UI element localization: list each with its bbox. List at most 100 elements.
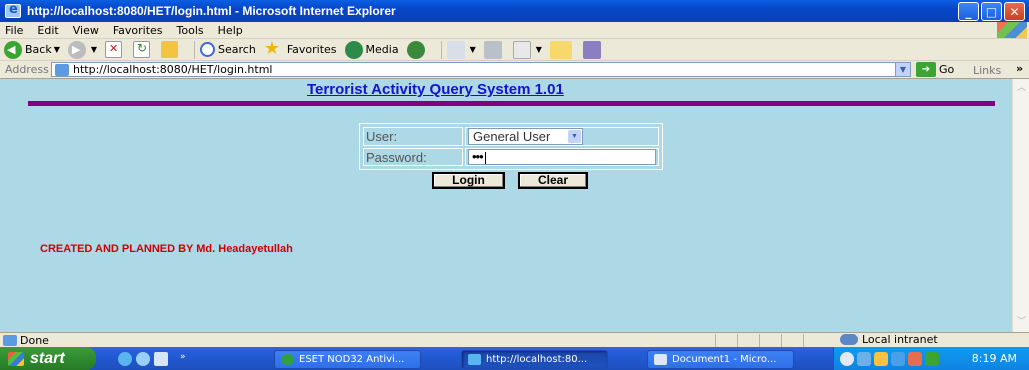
- eset-icon: [281, 354, 294, 365]
- address-bar: Address http://localhost:8080/HET/login.…: [0, 61, 1029, 79]
- address-dropdown-icon[interactable]: ▼: [895, 63, 910, 76]
- page-icon: [3, 334, 17, 346]
- address-label: Address: [5, 63, 49, 76]
- toolbar-separator: [194, 40, 196, 59]
- login-button[interactable]: Login: [432, 172, 505, 189]
- vertical-scrollbar[interactable]: ︿ ﹀: [1012, 79, 1029, 332]
- tray-network-icon[interactable]: [857, 351, 871, 366]
- scroll-up-icon[interactable]: ︿: [1014, 81, 1029, 96]
- status-panes: [715, 334, 825, 347]
- edit-dropdown-icon[interactable]: ▼: [536, 45, 542, 54]
- menu-view[interactable]: View: [66, 24, 106, 37]
- page-content: Terrorist Activity Query System 1.01 Use…: [0, 79, 1012, 332]
- login-form: User: General User ▼ Password: •••: [359, 123, 663, 170]
- user-label: User:: [363, 127, 463, 146]
- search-label: Search: [218, 43, 256, 56]
- refresh-button[interactable]: [133, 41, 153, 58]
- start-label: start: [30, 349, 65, 367]
- title-bar: http://localhost:8080/HET/login.html - M…: [0, 0, 1029, 22]
- go-button[interactable]: ➔ Go: [916, 62, 954, 77]
- outlook-quicklaunch-icon[interactable]: [136, 351, 150, 366]
- search-icon: [200, 42, 216, 57]
- windows-logo-icon: [997, 22, 1027, 38]
- menu-file[interactable]: File: [0, 24, 30, 37]
- history-button[interactable]: [406, 40, 428, 59]
- menu-help[interactable]: Help: [211, 24, 250, 37]
- task-label: ESET NOD32 Antivi...: [299, 354, 405, 365]
- tray-arrow-icon[interactable]: [840, 351, 854, 366]
- task-ie[interactable]: http://localhost:80...: [461, 350, 608, 369]
- mail-button[interactable]: ▼: [446, 40, 476, 59]
- menu-edit[interactable]: Edit: [30, 24, 65, 37]
- horizontal-rule: [28, 101, 995, 106]
- task-eset[interactable]: ESET NOD32 Antivi...: [274, 350, 421, 369]
- history-icon: [406, 40, 425, 59]
- status-text: Done: [20, 333, 49, 347]
- close-button[interactable]: ✕: [1004, 2, 1025, 21]
- favorites-button[interactable]: ★ Favorites: [264, 39, 337, 59]
- menu-bar: File Edit View Favorites Tools Help: [0, 22, 1029, 39]
- scroll-down-icon[interactable]: ﹀: [1014, 315, 1029, 330]
- system-tray: 8:19 AM: [833, 347, 1029, 370]
- tray-security-icon[interactable]: [874, 351, 888, 366]
- menu-favorites[interactable]: Favorites: [106, 24, 170, 37]
- back-label: Back: [25, 43, 52, 56]
- go-label: Go: [939, 63, 955, 76]
- forward-dropdown-icon[interactable]: ▼: [91, 45, 97, 54]
- links-chevron-icon[interactable]: »: [1016, 62, 1023, 75]
- desktop-quicklaunch-icon[interactable]: [154, 351, 168, 366]
- window-controls: _ □ ✕: [958, 2, 1025, 21]
- window-title: http://localhost:8080/HET/login.html - M…: [27, 4, 396, 18]
- forward-arrow-icon: [67, 40, 86, 59]
- stop-button[interactable]: [105, 41, 125, 58]
- maximize-button[interactable]: □: [981, 2, 1002, 21]
- folder-button[interactable]: [549, 40, 575, 59]
- mail-icon: [446, 40, 465, 59]
- page-icon: [55, 63, 69, 76]
- print-button[interactable]: [483, 40, 505, 59]
- back-button[interactable]: Back ▼: [4, 40, 60, 59]
- zone-text: Local intranet: [862, 333, 938, 346]
- status-done: Done: [0, 334, 49, 347]
- standard-toolbar: Back ▼ ▼ Search ★ Favorites Media ▼ ▼: [0, 39, 1029, 61]
- status-pane: [715, 334, 737, 347]
- task-word[interactable]: Document1 - Micro...: [647, 350, 794, 369]
- address-input[interactable]: http://localhost:8080/HET/login.html ▼: [51, 62, 911, 77]
- status-pane: [781, 334, 803, 347]
- forward-button[interactable]: ▼: [67, 40, 97, 59]
- address-url: http://localhost:8080/HET/login.html: [73, 63, 273, 76]
- home-icon: [161, 41, 179, 58]
- stop-icon: [105, 41, 123, 58]
- tray-volume-icon[interactable]: [925, 351, 939, 366]
- user-select[interactable]: General User ▼: [468, 128, 583, 145]
- links-label[interactable]: Links: [973, 64, 1001, 77]
- media-button[interactable]: Media: [344, 40, 399, 59]
- go-arrow-icon: ➔: [916, 62, 936, 77]
- messenger-icon: [582, 40, 601, 59]
- menu-tools[interactable]: Tools: [170, 24, 211, 37]
- tray-antivirus-icon[interactable]: [908, 351, 922, 366]
- ie-icon: [468, 354, 481, 365]
- media-label: Media: [365, 43, 399, 56]
- back-arrow-icon: [4, 40, 22, 59]
- user-cell: General User ▼: [465, 127, 659, 146]
- start-button[interactable]: start: [0, 347, 96, 370]
- clear-button[interactable]: Clear: [518, 172, 588, 189]
- tray-messenger-icon[interactable]: [891, 351, 905, 366]
- messenger-button[interactable]: [582, 40, 604, 59]
- page-title: Terrorist Activity Query System 1.01: [307, 81, 564, 98]
- word-icon: [654, 354, 667, 365]
- edit-button[interactable]: ▼: [512, 40, 542, 59]
- minimize-button[interactable]: _: [958, 2, 979, 21]
- back-dropdown-icon[interactable]: ▼: [54, 45, 60, 54]
- password-input[interactable]: •••: [468, 149, 656, 165]
- home-button[interactable]: [161, 41, 181, 58]
- quicklaunch-chevron-icon[interactable]: »: [180, 352, 194, 366]
- chevron-down-icon[interactable]: ▼: [568, 130, 581, 143]
- mail-dropdown-icon[interactable]: ▼: [470, 45, 476, 54]
- ie-quicklaunch-icon[interactable]: [118, 351, 132, 366]
- edit-icon: [512, 40, 531, 59]
- search-button[interactable]: Search: [200, 42, 256, 57]
- password-cell: •••: [465, 148, 659, 166]
- credit-text: CREATED AND PLANNED BY Md. Headayetullah: [40, 243, 293, 255]
